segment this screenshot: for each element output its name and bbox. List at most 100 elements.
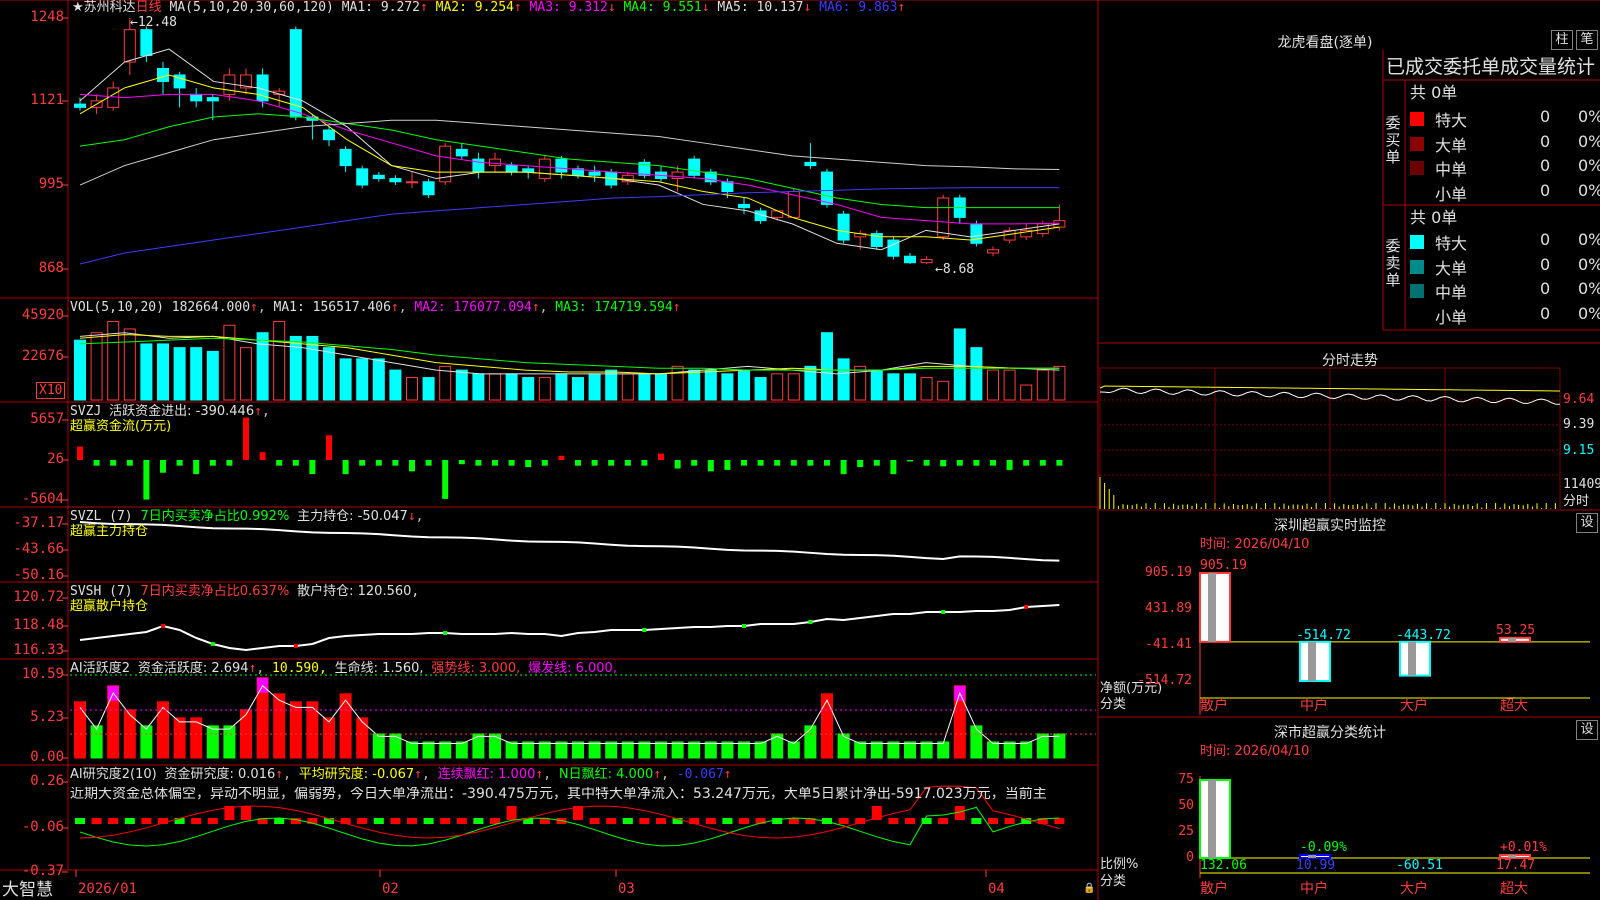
ai-active-bar [754,741,767,759]
sz-monitor-title: 深圳超赢实时监控 [1274,518,1386,534]
svzj-bar [724,460,731,470]
candle-body [74,103,86,108]
volume-bar [621,373,634,401]
volume-bar [538,377,551,401]
sz-monitor-xlabel: 分类 [1100,697,1127,712]
ai-active-bar [339,693,352,759]
ai-research-text3: 连续飘红: 1.000 [437,767,536,782]
volume-bar [970,347,983,401]
svsh-marker [443,631,448,635]
svsh-marker [293,644,298,648]
candle-body [904,255,916,264]
candle-body [356,168,369,186]
ai-research-bar [191,818,202,824]
row-count: 0 [1540,156,1551,175]
ai-active-bar [323,717,335,759]
svzj-bar [956,460,963,466]
svsh-text1: 7日内买卖净占比0.637% [140,584,290,599]
svzj-bar [807,460,814,466]
svzl-line [79,521,1060,562]
svzj-bar [890,460,897,475]
ai-active-label: AI活跃度2 [70,661,130,676]
ma2-line [79,74,1060,241]
ma6-line [79,187,1060,265]
y-tick-label: -0.06 [21,819,64,835]
buy-orders-label: 委买单 [1385,114,1401,166]
svzj-bar [209,460,216,466]
intraday-time-label[interactable]: 分时 [1563,494,1589,509]
ai-active-bar [970,725,983,759]
candle-body [406,181,418,184]
volume-bar [489,373,501,401]
tick-view-button[interactable]: 笔 [1576,30,1598,50]
y-tick-label: 0.26 [30,773,64,789]
y-tick-label: 868 [38,260,64,276]
svzl-text2: 主力持仓: -50.047 [297,509,408,524]
svzj-bar [508,460,515,466]
svzj-bar [143,460,150,500]
row-name: 大单 [1435,135,1468,155]
svsh-label: SVSH (7) [70,584,133,599]
ai-research-text5: -0.067 [676,767,724,782]
ai-active-bar [738,741,750,759]
candle-body [555,158,568,173]
sz-classify-value-label: -60.51 [1396,858,1443,873]
svzj-bar [608,460,615,466]
volume-bar [655,373,667,401]
period-label[interactable]: 日线 [136,0,162,15]
sz-classify-value-label: 10.99 [1296,858,1336,873]
ai-active-bar [887,741,900,759]
ai-active-bar [605,741,618,759]
stock-name[interactable]: ★苏州科达 [72,0,136,15]
sz-monitor-settings-button[interactable]: 设 [1576,513,1598,533]
candle-body [505,165,518,173]
y-tick-label: 1248 [30,9,64,25]
row-count: 0 [1540,230,1551,249]
bar-view-button[interactable]: 柱 [1551,30,1573,50]
volume-bar [887,373,900,401]
candle-body [688,158,701,176]
sz-monitor-bar-shade [1308,641,1316,681]
volume-bar [372,358,385,401]
x-axis-label: 04 [988,881,1005,897]
sz-monitor-ytick: -41.41 [1145,636,1192,652]
candle-body [190,93,203,102]
candle-body [538,158,551,180]
row-pct: 0% [1578,180,1600,200]
ai-active-bar [572,741,584,759]
sz-classify-value-label: 132.06 [1200,858,1247,873]
svsh-line [79,604,1060,652]
sz-classify-settings-button[interactable]: 设 [1576,720,1598,740]
ai-active-bar [439,741,452,759]
svzj-bar [990,460,996,466]
svzj-header: SVZJ 活跃资金进出: -390.446↑, [70,404,270,419]
color-swatch [1410,308,1424,323]
row-count: 0 [1540,107,1551,126]
svzj-bar [558,455,565,460]
candle-body [455,148,468,157]
y-tick-label: -37.17 [13,515,64,531]
ai-active-bar [455,741,468,759]
volume-bar [505,373,518,401]
low-marker: ←8.68 [935,262,975,277]
svzj-bar [176,460,183,466]
svzj-bar [824,460,830,466]
y-tick-label: 120.72 [13,589,64,605]
ai-active-bar [987,741,999,759]
ai-research-bar [440,818,451,824]
ai-active-bar [671,741,684,759]
lock-icon[interactable]: 🔒 [1083,881,1095,896]
ai-research-text4: N日飘红: 4.000 [558,767,654,782]
svzj-bar [973,460,980,466]
volume-bar [455,369,468,401]
row-name: 中单 [1435,160,1468,179]
volume-bar [273,320,286,401]
intraday-vol-tick: 11409 [1563,477,1600,492]
candle-body [372,174,385,180]
svzj-bar [93,460,100,466]
svzj-bar [276,460,283,466]
svzj-bar [923,460,930,466]
ma-label: MA(5,10,20,30,60,120) [169,0,334,15]
svzj-bar [160,460,166,473]
y-tick-label: 5657 [30,411,64,427]
